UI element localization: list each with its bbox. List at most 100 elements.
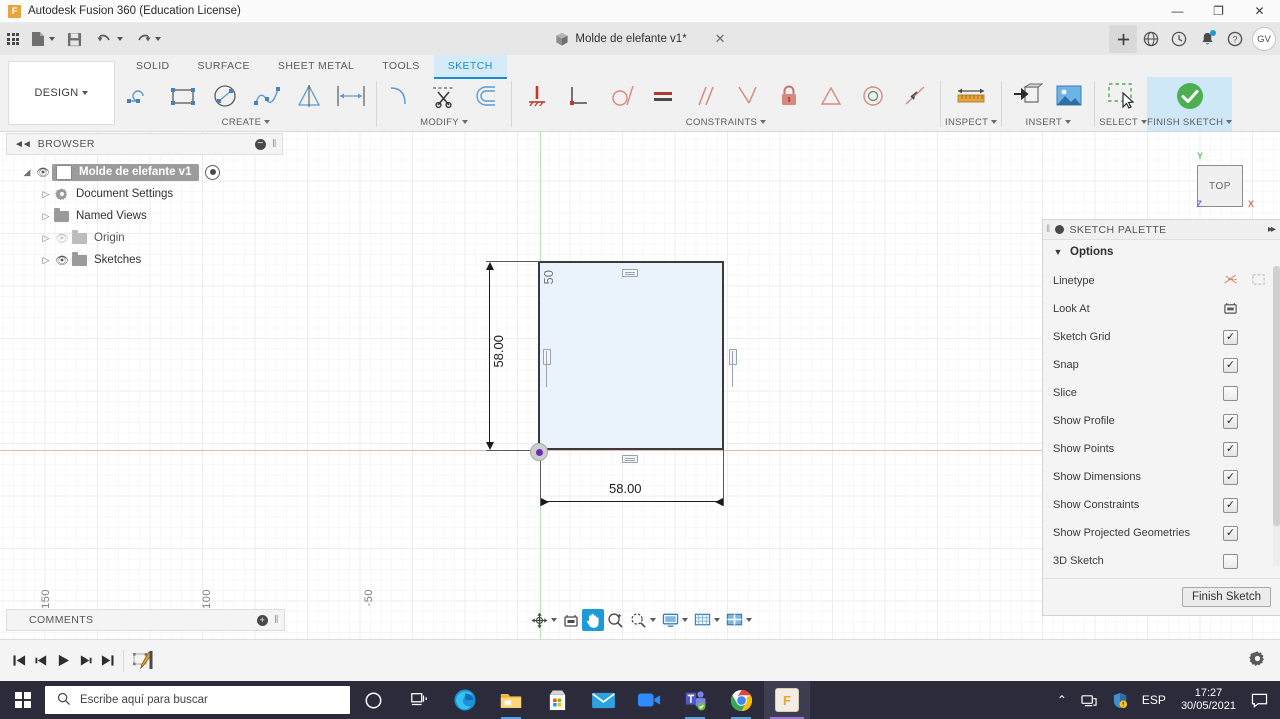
- show-projected-geometries-checkbox[interactable]: ✓: [1223, 525, 1238, 541]
- new-tab-plus-icon[interactable]: [1109, 25, 1137, 53]
- sketch-rectangle[interactable]: [538, 261, 724, 450]
- maximize-button[interactable]: ❐: [1198, 0, 1239, 22]
- globe-icon[interactable]: [1137, 25, 1165, 53]
- 3d-sketch-checkbox[interactable]: ✓: [1223, 553, 1238, 569]
- file-explorer-icon[interactable]: [488, 681, 534, 719]
- line-icon[interactable]: [120, 77, 162, 115]
- panel-insert-label[interactable]: INSERT: [1026, 115, 1072, 129]
- play-icon[interactable]: [52, 649, 74, 673]
- user-avatar[interactable]: GV: [1252, 27, 1276, 51]
- circle-icon[interactable]: [204, 77, 246, 115]
- panel-modify-label[interactable]: MODIFY: [420, 115, 468, 129]
- insert-derive-icon[interactable]: [1006, 77, 1048, 115]
- skip-to-end-icon[interactable]: [96, 649, 118, 673]
- panel-create-label[interactable]: CREATE: [222, 115, 271, 129]
- microsoft-store-icon[interactable]: [534, 681, 580, 719]
- browser-item-sketches[interactable]: ▷ 👁 Sketches: [6, 249, 283, 271]
- fix-constraint-icon[interactable]: [516, 77, 558, 115]
- clock[interactable]: 17:27 30/05/2021: [1173, 687, 1244, 713]
- help-icon[interactable]: ?: [1221, 25, 1249, 53]
- pan-hand-icon[interactable]: [582, 609, 604, 631]
- browser-grip-icon[interactable]: ‖: [272, 138, 277, 150]
- tab-tools[interactable]: TOOLS: [368, 55, 433, 77]
- sketch-grid-checkbox[interactable]: ✓: [1223, 329, 1238, 345]
- fusion360-icon[interactable]: F: [764, 681, 810, 719]
- collapse-icon[interactable]: ◄◄: [14, 139, 32, 150]
- gear-icon[interactable]: [1249, 650, 1266, 671]
- expand-triangle-icon[interactable]: ▷: [39, 255, 53, 266]
- network-icon[interactable]: [1074, 693, 1105, 708]
- palette-expand-icon[interactable]: ▸▸: [1268, 224, 1276, 235]
- tab-sheet-metal[interactable]: SHEET METAL: [264, 55, 368, 77]
- spline-icon[interactable]: [246, 77, 288, 115]
- browser-minimize-icon[interactable]: −: [255, 138, 266, 150]
- offset-icon[interactable]: [465, 77, 507, 115]
- sketch-feature-icon[interactable]: [129, 649, 159, 673]
- construction-line-icon[interactable]: [1223, 272, 1239, 290]
- edge-icon[interactable]: [442, 681, 488, 719]
- step-back-icon[interactable]: [30, 649, 52, 673]
- visibility-eye-icon[interactable]: 👁: [53, 254, 71, 267]
- expand-triangle-icon[interactable]: ▷: [39, 189, 53, 200]
- tab-solid[interactable]: SOLID: [122, 55, 184, 77]
- activate-component-radio[interactable]: [205, 164, 221, 180]
- look-at-icon[interactable]: [560, 609, 582, 631]
- rectangle-icon[interactable]: [162, 77, 204, 115]
- video-call-icon[interactable]: [626, 681, 672, 719]
- mail-icon[interactable]: [580, 681, 626, 719]
- collinear-icon[interactable]: [894, 77, 936, 115]
- browser-header[interactable]: ◄◄ BROWSER − ‖: [6, 133, 283, 155]
- options-section-header[interactable]: ▼ Options: [1051, 246, 1280, 258]
- dimension-height-label[interactable]: 58.00: [491, 335, 506, 368]
- tab-surface[interactable]: SURFACE: [184, 55, 264, 77]
- grid-snap-icon[interactable]: [691, 609, 723, 631]
- workspace-selector[interactable]: DESIGN: [8, 61, 115, 125]
- browser-item-origin[interactable]: ▷ 👁 Origin: [6, 227, 283, 249]
- insert-canvas-icon[interactable]: [1048, 77, 1090, 115]
- save-icon[interactable]: [62, 23, 90, 55]
- sketch-dimension-icon[interactable]: [330, 77, 372, 115]
- language-indicator[interactable]: ESP: [1135, 693, 1173, 707]
- orbit-icon[interactable]: [528, 609, 560, 631]
- view-cube[interactable]: TOP Y X Z: [1190, 142, 1270, 209]
- skip-to-start-icon[interactable]: [8, 649, 30, 673]
- measure-icon[interactable]: [950, 77, 992, 115]
- perpendicular-icon[interactable]: [558, 77, 600, 115]
- slice-checkbox[interactable]: ✓: [1223, 385, 1238, 401]
- step-forward-icon[interactable]: [74, 649, 96, 673]
- show-points-checkbox[interactable]: ✓: [1223, 441, 1238, 457]
- show-profile-checkbox[interactable]: ✓: [1223, 413, 1238, 429]
- snap-checkbox[interactable]: ✓: [1223, 357, 1238, 373]
- dimension-width-label[interactable]: 58.00: [609, 481, 642, 496]
- close-button[interactable]: ✕: [1239, 0, 1280, 22]
- panel-finish-sketch-label[interactable]: FINISH SKETCH: [1147, 115, 1233, 129]
- centerline-icon[interactable]: [1251, 272, 1266, 290]
- chrome-icon[interactable]: [718, 681, 764, 719]
- horizontal-constraint-icon[interactable]: [622, 269, 638, 277]
- windows-start-icon[interactable]: [0, 681, 45, 719]
- select-window-icon[interactable]: [1102, 77, 1144, 115]
- redo-icon[interactable]: [130, 23, 166, 55]
- viewports-icon[interactable]: [723, 609, 755, 631]
- tray-chevron-icon[interactable]: ⌃: [1050, 693, 1074, 707]
- teams-icon[interactable]: [672, 681, 718, 719]
- browser-item-document-settings[interactable]: ▷ Document Settings: [6, 183, 283, 205]
- panel-inspect-label[interactable]: INSPECT: [945, 115, 998, 129]
- document-tab-close-icon[interactable]: ✕: [715, 31, 726, 47]
- browser-item-root-label[interactable]: Molde de elefante v1: [52, 163, 200, 181]
- zoom-window-icon[interactable]: [627, 609, 659, 631]
- lock-icon[interactable]: [768, 77, 810, 115]
- clock-icon[interactable]: [1165, 25, 1193, 53]
- equal-icon[interactable]: [642, 77, 684, 115]
- midpoint-icon[interactable]: [726, 77, 768, 115]
- bell-icon[interactable]: [1193, 25, 1221, 53]
- horizontal-constraint-icon[interactable]: [622, 455, 638, 463]
- undo-icon[interactable]: [92, 23, 128, 55]
- mirror-icon[interactable]: [288, 77, 330, 115]
- expand-triangle-icon[interactable]: ▷: [39, 233, 53, 244]
- panel-finish-sketch[interactable]: FINISH SKETCH: [1147, 77, 1233, 131]
- finish-sketch-check-icon[interactable]: [1169, 77, 1211, 115]
- new-document-icon[interactable]: [26, 23, 60, 55]
- vertical-constraint-icon[interactable]: [729, 349, 737, 387]
- action-center-icon[interactable]: [1244, 693, 1280, 708]
